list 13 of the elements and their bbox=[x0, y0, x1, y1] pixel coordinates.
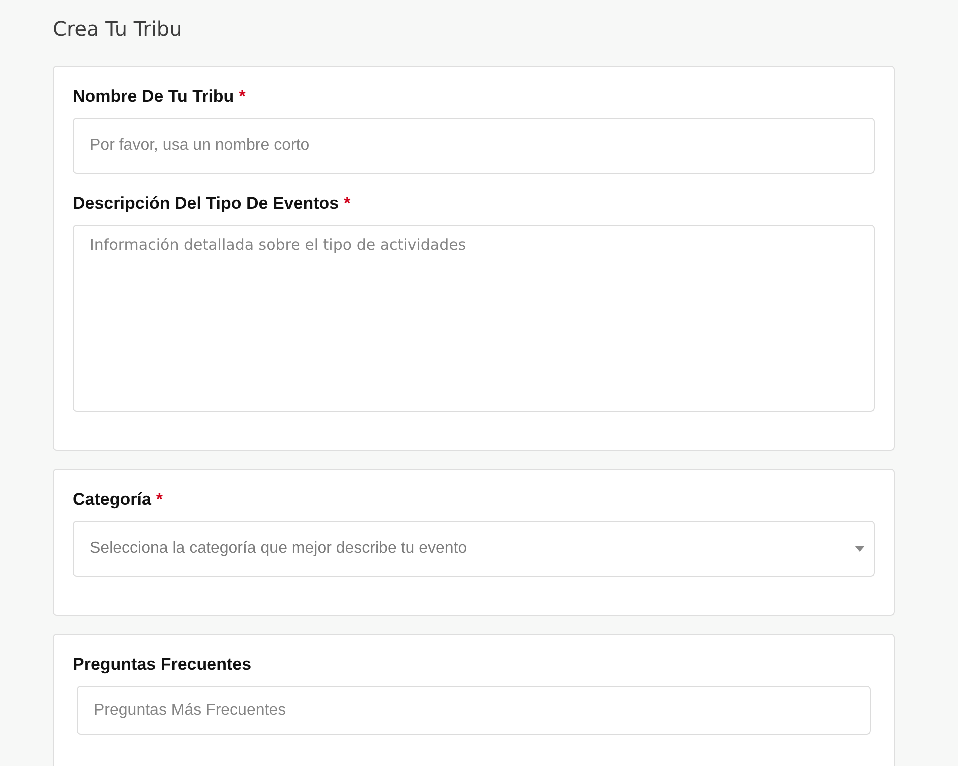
input-field[interactable]: Por favor, usa un nombre corto bbox=[73, 118, 875, 174]
field-label: Preguntas Frecuentes bbox=[73, 655, 252, 675]
required-marker: * bbox=[156, 490, 164, 510]
select-field[interactable]: Selecciona la categoría que mejor describe tu evento bbox=[73, 521, 875, 577]
caret-icon bbox=[855, 546, 865, 552]
input-field[interactable]: Preguntas Más Frecuentes bbox=[77, 686, 871, 735]
textarea-field[interactable]: Información detallada sobre el tipo de actividades bbox=[73, 225, 875, 412]
field-label: Descripción Del Tipo De Eventos bbox=[73, 194, 340, 214]
required-marker: * bbox=[344, 194, 351, 214]
required-marker: * bbox=[239, 87, 246, 107]
field-label: Categoría bbox=[73, 490, 152, 510]
field-label: Nombre De Tu Tribu bbox=[73, 87, 234, 107]
page-title: Crea Tu Tribu bbox=[53, 16, 184, 43]
